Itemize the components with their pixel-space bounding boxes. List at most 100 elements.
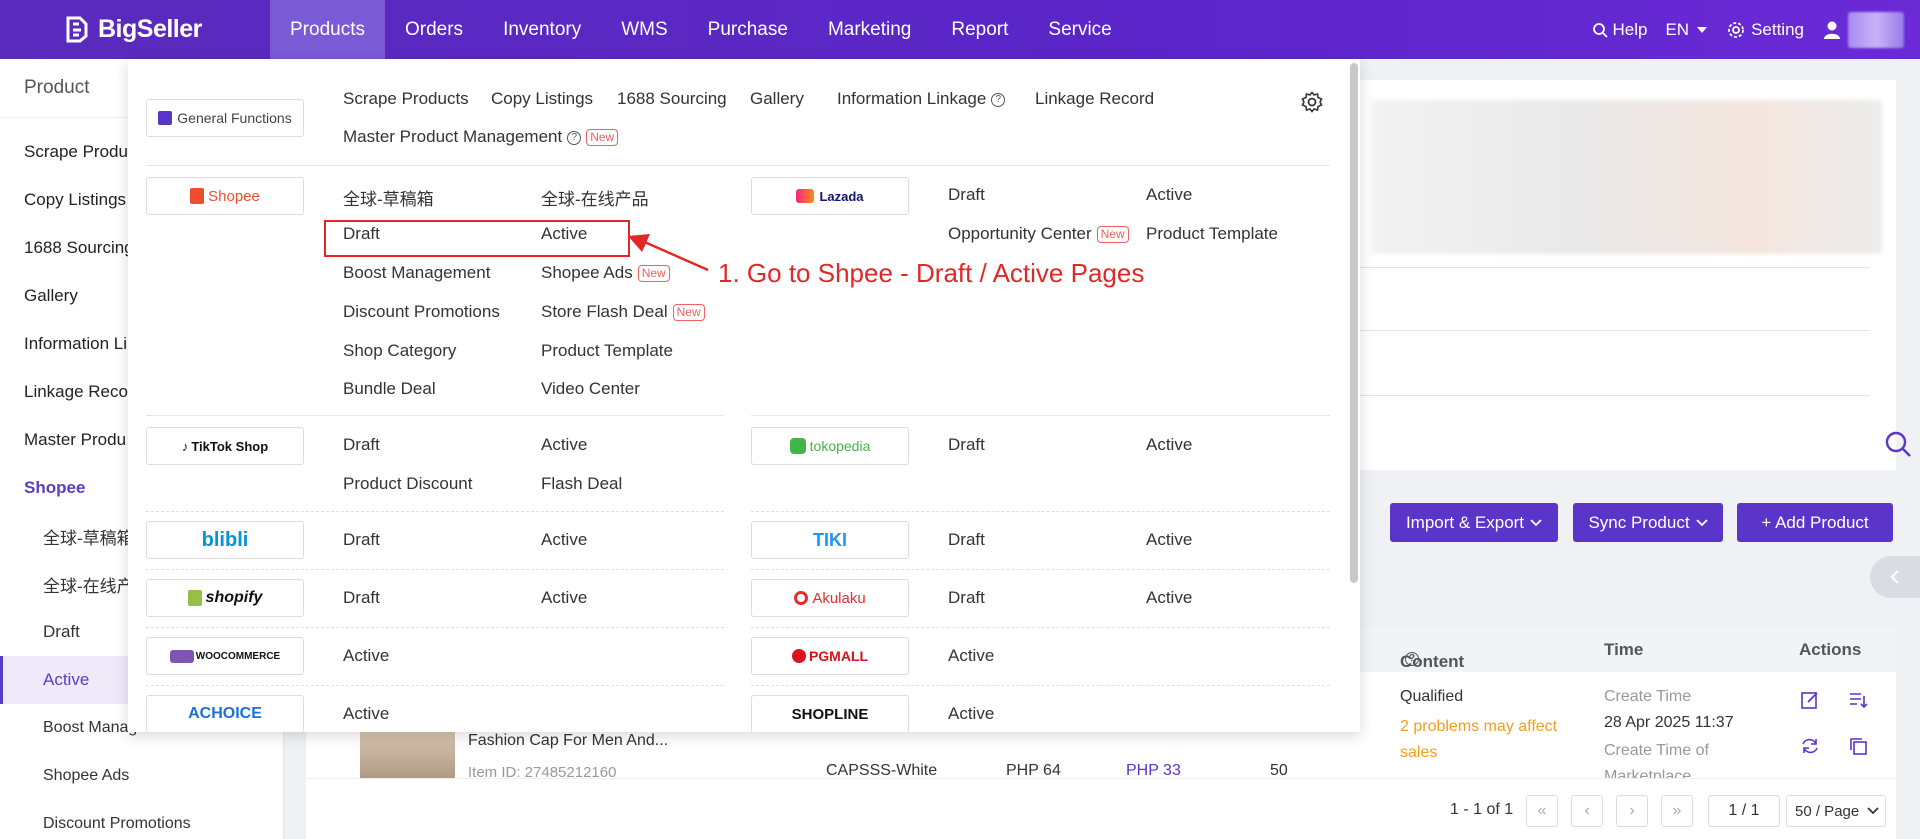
list-icon[interactable] <box>1848 690 1868 710</box>
nav-products[interactable]: Products <box>270 0 385 59</box>
chevron-down-icon <box>1530 518 1542 526</box>
link-shopline-active[interactable]: Active <box>948 704 994 724</box>
link-shopify-active[interactable]: Active <box>541 588 587 608</box>
link-gallery[interactable]: Gallery <box>750 89 804 109</box>
lazada-logo: Lazada <box>751 177 909 215</box>
link-information-linkage[interactable]: Information Linkage? <box>837 89 1006 109</box>
link-linkage-record[interactable]: Linkage Record <box>1035 89 1154 109</box>
next-page-button[interactable]: › <box>1616 795 1648 827</box>
link-tiki-active[interactable]: Active <box>1146 530 1192 550</box>
nav-orders[interactable]: Orders <box>385 0 483 59</box>
divider <box>751 415 1330 416</box>
link-tokopedia-draft[interactable]: Draft <box>948 435 985 455</box>
product-sale-price[interactable]: PHP 33 <box>1126 762 1181 778</box>
col-actions: Actions <box>1799 640 1862 659</box>
link-tiktok-discount[interactable]: Product Discount <box>343 474 472 494</box>
link-akulaku-draft[interactable]: Draft <box>948 588 985 608</box>
help-link[interactable]: Help <box>1592 20 1647 40</box>
dropdown-scrollbar[interactable] <box>1350 63 1358 583</box>
prev-page-button[interactable]: ‹ <box>1571 795 1603 827</box>
link-lazada-opportunity[interactable]: Opportunity Center New <box>948 224 1129 244</box>
help-icon[interactable]: ? <box>991 92 1006 107</box>
link-achoice-active[interactable]: Active <box>343 704 389 724</box>
quality-status: Qualified <box>1400 688 1464 705</box>
page-size-select[interactable]: 50 / Page <box>1786 795 1886 827</box>
link-scrape-products[interactable]: Scrape Products <box>343 89 469 109</box>
product-name[interactable]: Fashion Cap For Men And... <box>468 732 668 750</box>
page-size-label: 50 / Page <box>1795 802 1860 820</box>
annotation-arrow-icon <box>628 234 709 272</box>
user-icon[interactable] <box>1822 20 1842 40</box>
link-shopee-template[interactable]: Product Template <box>541 341 673 361</box>
link-tiktok-flash-deal[interactable]: Flash Deal <box>541 474 622 494</box>
link-lazada-draft[interactable]: Draft <box>948 185 985 205</box>
link-pgmall-active[interactable]: Active <box>948 646 994 666</box>
help-icon[interactable]: ? <box>1405 652 1419 666</box>
nav-service[interactable]: Service <box>1028 0 1131 59</box>
quality-problems[interactable]: 2 problems may affect sales <box>1400 714 1575 766</box>
shopline-logo: SHOPLINE <box>751 695 909 732</box>
collapse-panel-button[interactable] <box>1870 556 1920 598</box>
nav-report[interactable]: Report <box>931 0 1028 59</box>
link-blibli-draft[interactable]: Draft <box>343 530 380 550</box>
annotation-text: 1. Go to Shpee - Draft / Active Pages <box>718 258 1145 288</box>
sync-product-button[interactable]: Sync Product <box>1573 503 1723 542</box>
link-shopee-flash-deal[interactable]: Store Flash Deal New <box>541 302 705 322</box>
link-lazada-template[interactable]: Product Template <box>1146 224 1278 244</box>
user-avatar[interactable] <box>1848 11 1904 48</box>
link-tiktok-active[interactable]: Active <box>541 435 587 455</box>
nav-purchase[interactable]: Purchase <box>688 0 808 59</box>
link-shopee-bundle[interactable]: Bundle Deal <box>343 379 436 399</box>
sidebar-sub-shopee-ads[interactable]: Shopee Ads <box>0 752 283 800</box>
create-time-value: 28 Apr 2025 11:37 <box>1604 714 1734 731</box>
first-page-button[interactable]: « <box>1526 795 1558 827</box>
link-shopee-video[interactable]: Video Center <box>541 379 640 399</box>
add-product-button[interactable]: + Add Product <box>1737 503 1893 542</box>
main-nav: Products Orders Inventory WMS Purchase M… <box>270 0 1132 59</box>
link-tokopedia-active[interactable]: Active <box>1146 435 1192 455</box>
link-blibli-active[interactable]: Active <box>541 530 587 550</box>
product-thumbnail[interactable] <box>360 730 455 778</box>
link-shopee-category[interactable]: Shop Category <box>343 341 456 361</box>
sidebar-sub-discount[interactable]: Discount Promotions <box>0 800 283 839</box>
brand-logo[interactable]: BigSeller <box>62 14 202 44</box>
akulaku-logo: Akulaku <box>751 579 909 617</box>
tokopedia-logo: tokopedia <box>751 427 909 465</box>
link-1688-sourcing[interactable]: 1688 Sourcing <box>617 89 727 109</box>
nav-inventory[interactable]: Inventory <box>483 0 601 59</box>
link-shopee-global-draft[interactable]: 全球-草稿箱 <box>343 185 434 210</box>
nav-wms[interactable]: WMS <box>601 0 687 59</box>
setting-label: Setting <box>1751 19 1804 39</box>
chevron-down-icon <box>1867 807 1879 815</box>
setting-link[interactable]: Setting <box>1727 20 1804 40</box>
import-export-label: Import & Export <box>1405 512 1525 532</box>
link-shopee-global-online[interactable]: 全球-在线产品 <box>541 185 649 210</box>
link-master-product[interactable]: Master Product Management? New <box>343 127 619 147</box>
import-export-button[interactable]: Import & Export <box>1390 503 1558 542</box>
link-akulaku-active[interactable]: Active <box>1146 588 1192 608</box>
sync-icon[interactable] <box>1800 736 1820 756</box>
link-lazada-active[interactable]: Active <box>1146 185 1192 205</box>
help-icon[interactable]: ? <box>567 130 582 145</box>
page-indicator[interactable]: 1 / 1 <box>1708 795 1780 827</box>
edit-icon[interactable] <box>1800 690 1820 710</box>
pgmall-icon <box>791 649 806 663</box>
link-shopee-discount[interactable]: Discount Promotions <box>343 302 500 322</box>
nav-marketing[interactable]: Marketing <box>808 0 931 59</box>
link-tiktok-draft[interactable]: Draft <box>343 435 380 455</box>
language-label: EN <box>1665 19 1690 39</box>
new-badge: New <box>672 304 705 322</box>
link-tiki-draft[interactable]: Draft <box>948 530 985 550</box>
blurred-banner <box>1372 100 1882 254</box>
shopee-bag-icon <box>190 188 205 204</box>
copy-icon[interactable] <box>1848 736 1868 756</box>
link-shopify-draft[interactable]: Draft <box>343 588 380 608</box>
language-select[interactable]: EN <box>1665 20 1709 40</box>
last-page-button[interactable]: » <box>1661 795 1693 827</box>
link-woo-active[interactable]: Active <box>343 646 389 666</box>
highlight-box <box>324 220 630 257</box>
gear-icon[interactable] <box>1301 91 1323 113</box>
link-copy-listings[interactable]: Copy Listings <box>491 89 593 109</box>
search-icon[interactable] <box>1884 430 1912 458</box>
link-shopee-boost[interactable]: Boost Management <box>343 263 490 283</box>
